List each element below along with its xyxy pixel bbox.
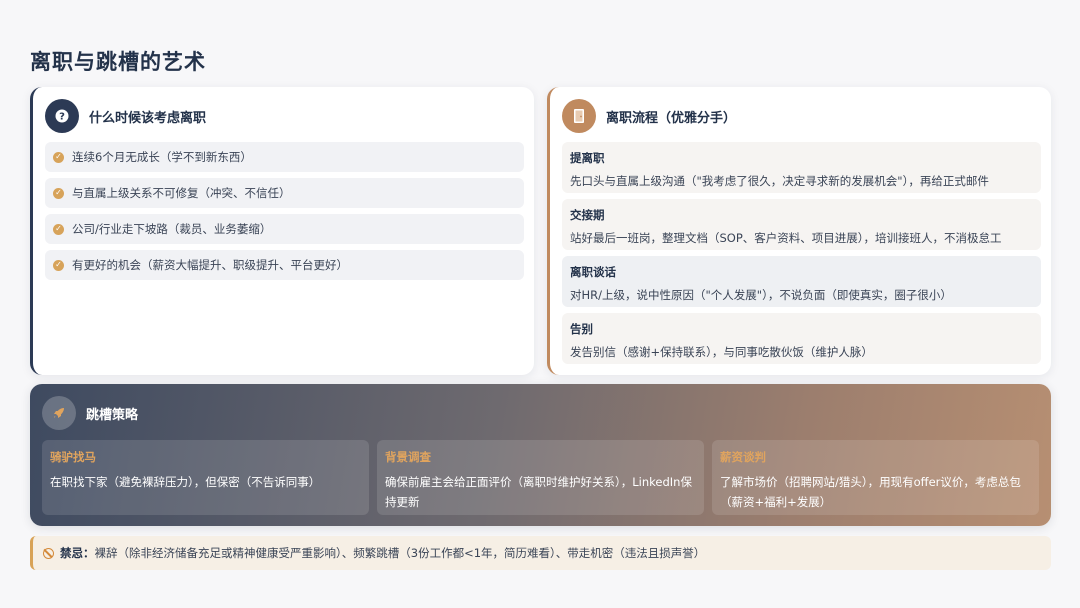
resignation-process-header: 离职流程（优雅分手） bbox=[562, 99, 736, 133]
door-icon bbox=[562, 99, 596, 133]
strategy-box: 薪资谈判 了解市场价（招聘网站/猎头），用现有offer议价，考虑总包（薪资+福… bbox=[712, 440, 1039, 515]
when-to-quit-list: ✓ 连续6个月无成长（学不到新东西） ✓ 与直属上级关系不可修复（冲突、不信任）… bbox=[45, 142, 524, 286]
strategy-box-title: 薪资谈判 bbox=[720, 450, 766, 464]
resignation-process-card: 离职流程（优雅分手） 提离职 先口头与直属上级沟通（"我考虑了很久，决定寻求新的… bbox=[547, 87, 1051, 375]
process-steps: 提离职 先口头与直属上级沟通（"我考虑了很久，决定寻求新的发展机会"），再给正式… bbox=[562, 142, 1041, 370]
strategy-boxes: 骑驴找马 在职找下家（避免裸辞压力），但保密（不告诉同事） 背景调查 确保前雇主… bbox=[42, 440, 1039, 515]
list-item: ✓ 有更好的机会（薪资大幅提升、职级提升、平台更好） bbox=[45, 250, 524, 280]
list-item: ✓ 与直属上级关系不可修复（冲突、不信任） bbox=[45, 178, 524, 208]
strategy-box: 骑驴找马 在职找下家（避免裸辞压力），但保密（不告诉同事） bbox=[42, 440, 369, 515]
rocket-icon bbox=[42, 396, 76, 430]
taboo-warning-bar: 禁忌： 裸辞（除非经济储备充足或精神健康受严重影响）、频繁跳槽（3份工作都<1年… bbox=[30, 536, 1051, 570]
process-step: 交接期 站好最后一班岗，整理文档（SOP、客户资料、项目进展），培训接班人，不消… bbox=[562, 199, 1041, 250]
list-item-text: 有更好的机会（薪资大幅提升、职级提升、平台更好） bbox=[72, 258, 348, 272]
process-step: 提离职 先口头与直属上级沟通（"我考虑了很久，决定寻求新的发展机会"），再给正式… bbox=[562, 142, 1041, 193]
job-hopping-strategy-panel: 跳槽策略 骑驴找马 在职找下家（避免裸辞压力），但保密（不告诉同事） 背景调查 … bbox=[30, 384, 1051, 526]
check-icon: ✓ bbox=[53, 151, 64, 163]
strategy-box-desc: 确保前雇主会给正面评价（离职时维护好关系），LinkedIn保持更新 bbox=[385, 475, 692, 509]
check-icon: ✓ bbox=[53, 187, 64, 199]
step-desc: 站好最后一班岗，整理文档（SOP、客户资料、项目进展），培训接班人，不消极怠工 bbox=[570, 231, 1002, 245]
step-title: 交接期 bbox=[570, 208, 605, 222]
resignation-process-heading: 离职流程（优雅分手） bbox=[606, 110, 737, 126]
question-icon: ? bbox=[45, 99, 79, 133]
list-item-text: 连续6个月无成长（学不到新东西） bbox=[72, 150, 252, 164]
strategy-box: 背景调查 确保前雇主会给正面评价（离职时维护好关系），LinkedIn保持更新 bbox=[377, 440, 704, 515]
strategy-header: 跳槽策略 bbox=[42, 396, 138, 430]
list-item-text: 公司/行业走下坡路（裁员、业务萎缩） bbox=[72, 222, 272, 236]
when-to-quit-card: ? 什么时候该考虑离职 ✓ 连续6个月无成长（学不到新东西） ✓ 与直属上级关系… bbox=[30, 87, 534, 375]
strategy-box-title: 骑驴找马 bbox=[50, 450, 96, 464]
list-item: ✓ 公司/行业走下坡路（裁员、业务萎缩） bbox=[45, 214, 524, 244]
step-title: 离职谈话 bbox=[570, 265, 616, 279]
strategy-box-desc: 在职找下家（避免裸辞压力），但保密（不告诉同事） bbox=[50, 475, 321, 489]
when-to-quit-header: ? 什么时候该考虑离职 bbox=[45, 99, 206, 133]
step-title: 提离职 bbox=[570, 151, 605, 165]
page-title: 离职与跳槽的艺术 bbox=[30, 50, 206, 74]
warning-label: 禁忌： bbox=[60, 546, 95, 560]
list-item: ✓ 连续6个月无成长（学不到新东西） bbox=[45, 142, 524, 172]
warning-text: 裸辞（除非经济储备充足或精神健康受严重影响）、频繁跳槽（3份工作都<1年，简历难… bbox=[94, 546, 706, 560]
ban-icon bbox=[43, 547, 54, 559]
strategy-heading: 跳槽策略 bbox=[86, 407, 139, 423]
strategy-box-desc: 了解市场价（招聘网站/猎头），用现有offer议价，考虑总包（薪资+福利+发展） bbox=[720, 475, 1021, 509]
list-item-text: 与直属上级关系不可修复（冲突、不信任） bbox=[72, 186, 291, 200]
when-to-quit-heading: 什么时候该考虑离职 bbox=[89, 110, 207, 126]
process-step: 告别 发告别信（感谢+保持联系），与同事吃散伙饭（维护人脉） bbox=[562, 313, 1041, 364]
strategy-box-title: 背景调查 bbox=[385, 450, 431, 464]
check-icon: ✓ bbox=[53, 223, 64, 235]
check-icon: ✓ bbox=[53, 259, 64, 271]
process-step: 离职谈话 对HR/上级，说中性原因（"个人发展"），不说负面（即使真实，圈子很小… bbox=[562, 256, 1041, 307]
step-desc: 发告别信（感谢+保持联系），与同事吃散伙饭（维护人脉） bbox=[570, 345, 873, 359]
svg-text:?: ? bbox=[59, 112, 65, 123]
step-desc: 先口头与直属上级沟通（"我考虑了很久，决定寻求新的发展机会"），再给正式邮件 bbox=[570, 174, 989, 188]
step-title: 告别 bbox=[570, 322, 593, 336]
step-desc: 对HR/上级，说中性原因（"个人发展"），不说负面（即使真实，圈子很小） bbox=[570, 288, 952, 302]
